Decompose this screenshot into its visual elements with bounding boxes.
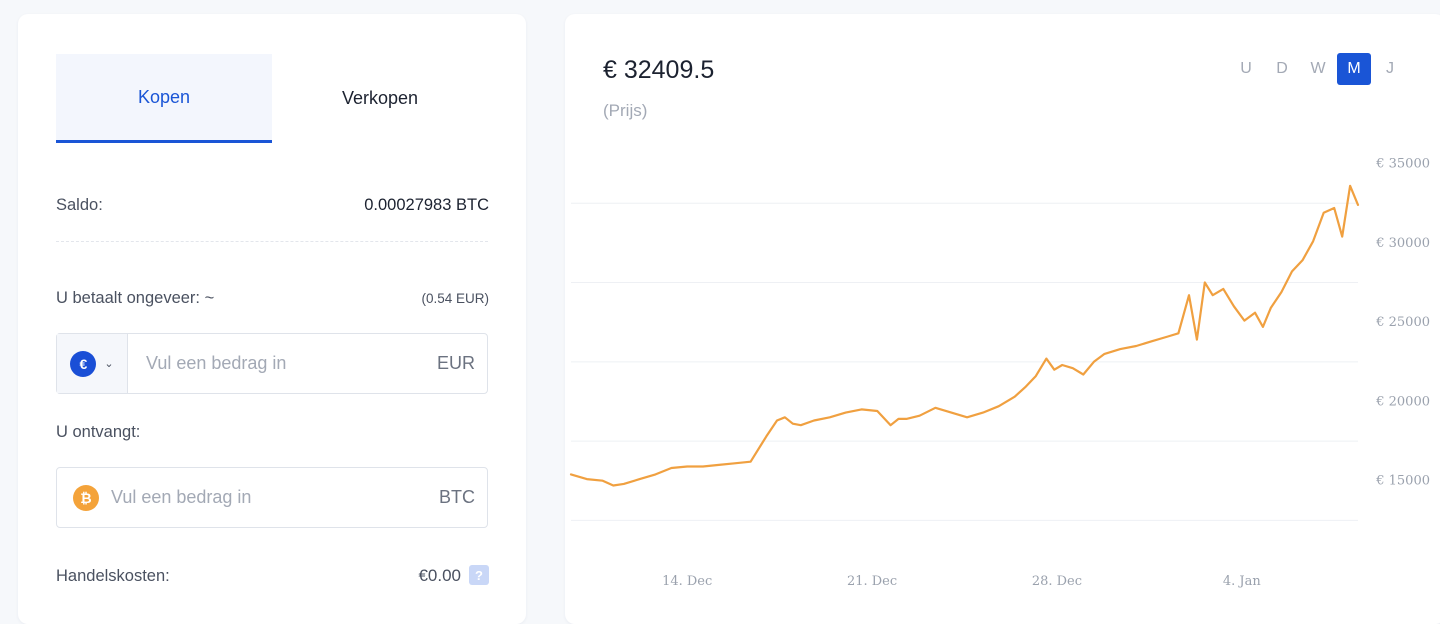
pay-approx: (0.54 EUR) [421,291,489,306]
balance-value: 0.00027983 BTC [364,196,489,214]
help-icon[interactable]: ? [469,565,489,585]
pay-amount-input[interactable] [146,348,426,378]
chevron-down-icon: ⌄ [104,358,114,370]
y-tick-label: € 25000 [1375,315,1430,330]
fees-label: Handelskosten: [56,567,170,585]
y-tick-label: € 15000 [1375,474,1430,489]
receive-unit: BTC [439,487,475,507]
currency-select[interactable]: € ⌄ [57,334,128,393]
y-tick-label: € 20000 [1375,394,1430,409]
receive-amount-field: ₿ BTC [56,467,488,528]
chart-panel: € 32409.5 (Prijs) U D W M J € 15000 € 200… [565,14,1440,624]
receive-label: U ontvangt: [56,423,141,441]
x-tick-label: 14. Dec [662,574,712,589]
fees-value: €0.00 [418,566,461,585]
pay-unit: EUR [436,353,475,373]
x-tick-label: 28. Dec [1032,574,1082,589]
y-tick-label: € 35000 [1375,157,1430,172]
pay-amount-field: € ⌄ EUR [56,333,488,394]
trade-panel: Kopen Verkopen Saldo: 0.00027983 BTC U b… [18,14,526,624]
euro-coin-icon: € [70,350,97,377]
receive-amount-input[interactable] [111,482,411,512]
price-chart: € 15000 € 20000 € 25000 € 30000 € 35000 14. D… [569,157,1430,589]
bitcoin-coin-icon: ₿ [73,485,99,511]
divider [56,241,488,242]
y-tick-label: € 30000 [1375,236,1430,251]
tab-sell[interactable]: Verkopen [272,54,488,143]
trade-tabs: Kopen Verkopen [56,54,488,144]
balance-label: Saldo: [56,196,103,214]
price-line [569,184,1360,487]
x-tick-label: 4. Jan [1223,574,1261,589]
x-tick-label: 21. Dec [847,574,897,589]
tab-buy[interactable]: Kopen [56,54,272,143]
pay-label: U betaalt ongeveer: ~ [56,289,215,307]
